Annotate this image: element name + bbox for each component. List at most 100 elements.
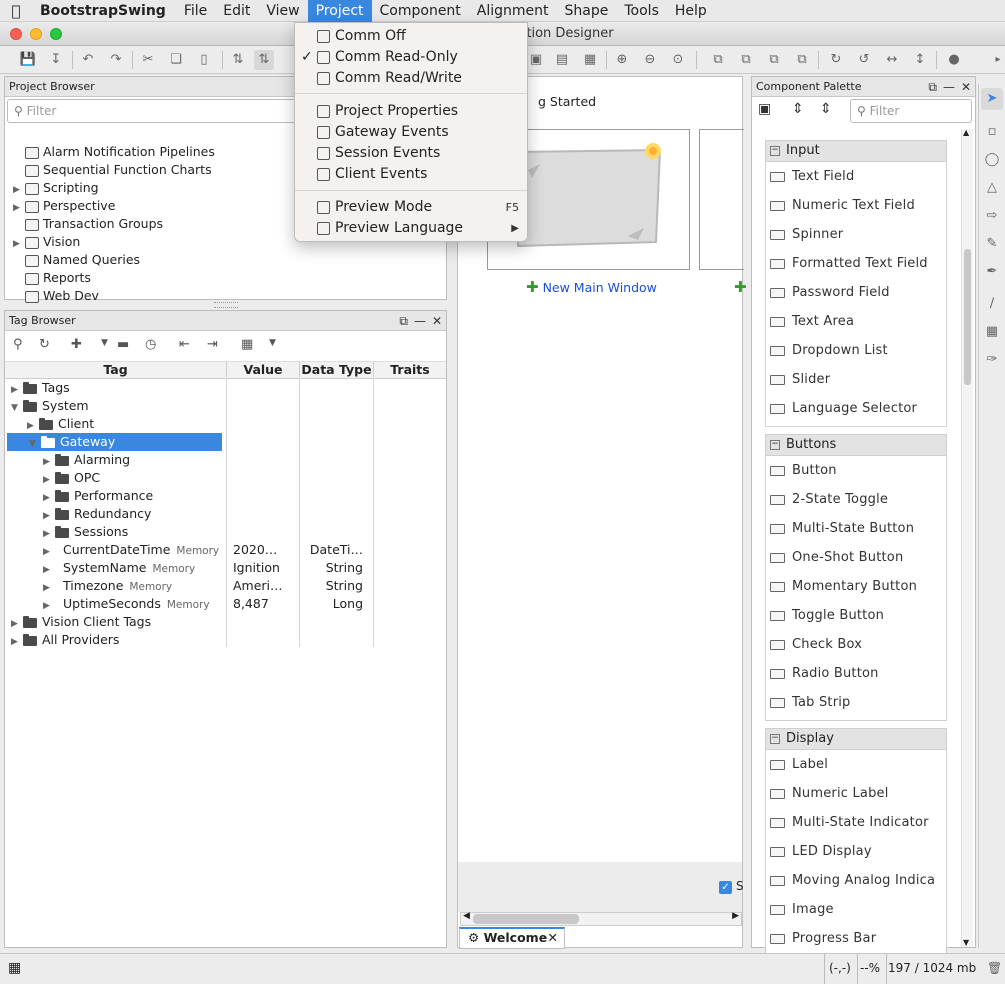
column-header-tag[interactable]: Tag <box>5 362 226 377</box>
project-browser-item[interactable]: Reports <box>13 269 91 287</box>
tag-row[interactable]: ▶ Client <box>5 415 445 433</box>
menu-file[interactable]: File <box>176 0 215 22</box>
apple-icon[interactable]:  <box>0 2 32 20</box>
column-header-value[interactable]: Value <box>226 362 299 377</box>
grid-icon[interactable]: ▦ <box>8 960 21 976</box>
tag-row[interactable]: ▼ System <box>5 397 445 415</box>
send-back-icon[interactable]: ⧉ <box>736 50 756 70</box>
menu-item-project-properties[interactable]: Project Properties <box>295 101 527 122</box>
search-icon[interactable]: ⚲ <box>13 337 23 352</box>
expand-all-icon[interactable]: ⇕ <box>792 101 804 117</box>
paste-icon[interactable]: ▯ <box>194 50 214 70</box>
app-menu[interactable]: BootstrapSwing <box>32 3 176 19</box>
tag-row[interactable]: ▶ Alarming <box>5 451 445 469</box>
rotate-cw-icon[interactable]: ↻ <box>826 50 846 70</box>
scrollbar-thumb[interactable] <box>473 914 579 924</box>
rectangle-tool-icon[interactable]: ▫ <box>981 121 1003 143</box>
palette-item[interactable]: Slider <box>770 370 830 390</box>
splitter-handle[interactable] <box>214 302 238 308</box>
palette-item[interactable]: One-Shot Button <box>770 548 903 568</box>
tag-row[interactable]: ▶ CurrentDateTime Memory <box>5 541 445 559</box>
menu-alignment[interactable]: Alignment <box>469 0 557 22</box>
export-out-icon[interactable]: ⇥ <box>207 337 218 352</box>
palette-item[interactable]: Button <box>770 461 837 481</box>
project-browser-item[interactable]: ▶ Scripting <box>13 179 99 197</box>
palette-filter-input[interactable]: ⚲ Filter <box>850 99 972 123</box>
popup-window-thumbnail[interactable] <box>699 129 744 270</box>
column-header-traits[interactable]: Traits <box>373 362 446 377</box>
tag-row[interactable]: ▶ All Providers <box>5 631 445 649</box>
horizontal-scrollbar[interactable]: ◀ ▶ <box>460 911 742 926</box>
bring-front-icon[interactable]: ⧉ <box>708 50 728 70</box>
new-main-window-link[interactable]: ✚ New Main Window <box>526 278 657 296</box>
menu-tools[interactable]: Tools <box>616 0 667 22</box>
gradient-tool-icon[interactable]: ▦ <box>981 321 1003 343</box>
tag-row[interactable]: ▶ Performance <box>5 487 445 505</box>
tag-row[interactable]: ▼ Gateway <box>7 433 222 451</box>
close-panel-icon[interactable]: ✕ <box>432 314 442 328</box>
palette-item[interactable]: Numeric Text Field <box>770 196 915 216</box>
project-browser-item[interactable]: Transaction Groups <box>13 215 163 233</box>
minimize-panel-icon[interactable]: — <box>414 314 426 328</box>
collapse-icon[interactable]: − <box>770 734 780 744</box>
pencil-tool-icon[interactable]: ✎ <box>981 233 1003 255</box>
menu-item-preview-mode[interactable]: Preview Mode F5 <box>295 197 527 218</box>
flip-horizontal-icon[interactable]: ↔ <box>882 50 902 70</box>
save-icon[interactable]: 💾 <box>18 50 38 70</box>
pen-tool-icon[interactable]: ✒ <box>981 261 1003 283</box>
scroll-up-icon[interactable]: ▲ <box>963 128 969 137</box>
palette-item[interactable]: Progress Bar <box>770 929 876 949</box>
flip-vertical-icon[interactable]: ↕ <box>910 50 930 70</box>
toolbar-overflow-icon[interactable]: ▸ <box>988 50 1005 70</box>
comm-off-toolbar-icon[interactable]: ⇅ <box>228 50 248 70</box>
palette-item[interactable]: Formatted Text Field <box>770 254 928 274</box>
crop-icon[interactable]: ▦ <box>580 50 600 70</box>
palette-item[interactable]: Moving Analog Indica <box>770 871 935 891</box>
eyedropper-tool-icon[interactable]: ✑ <box>981 349 1003 371</box>
close-tab-icon[interactable]: ✕ <box>548 929 558 947</box>
tag-row[interactable]: ▶ Vision Client Tags <box>5 613 445 631</box>
tag-row[interactable]: ▶ UptimeSeconds Memory <box>5 595 445 613</box>
tab-welcome[interactable]: ⚙ Welcome ✕ <box>459 927 565 949</box>
rotate-ccw-icon[interactable]: ↺ <box>854 50 874 70</box>
tag-row[interactable]: ▶ Tags <box>5 379 445 397</box>
scroll-right-icon[interactable]: ▶ <box>732 911 739 921</box>
project-browser-item[interactable]: Named Queries <box>13 251 140 269</box>
size-icon[interactable]: ▤ <box>552 50 572 70</box>
add-tag-icon[interactable]: ✚ <box>71 337 82 352</box>
palette-item[interactable]: Text Field <box>770 167 854 187</box>
polygon-tool-icon[interactable]: △ <box>981 177 1003 199</box>
history-icon[interactable]: ◷ <box>145 337 156 352</box>
columns-icon[interactable]: ▦ <box>241 337 253 352</box>
undo-icon[interactable]: ↶ <box>78 50 98 70</box>
palette-item[interactable]: Radio Button <box>770 664 879 684</box>
palette-item[interactable]: Multi-State Indicator <box>770 813 929 833</box>
palette-item[interactable]: Toggle Button <box>770 606 884 626</box>
minimize-panel-icon[interactable]: — <box>943 80 955 94</box>
redo-icon[interactable]: ↷ <box>106 50 126 70</box>
palette-item[interactable]: Text Area <box>770 312 854 332</box>
palette-category-display[interactable]: − Display <box>765 728 947 750</box>
menu-item-session-events[interactable]: Session Events <box>295 143 527 164</box>
menu-shape[interactable]: Shape <box>557 0 617 22</box>
palette-mode-icon[interactable]: ▣ <box>758 101 771 117</box>
export-in-icon[interactable]: ⇤ <box>179 337 190 352</box>
palette-item[interactable]: Dropdown List <box>770 341 888 361</box>
palette-item[interactable]: Check Box <box>770 635 862 655</box>
palette-category-input[interactable]: − Input <box>765 140 947 162</box>
palette-item[interactable]: Multi-State Button <box>770 519 914 539</box>
palette-category-buttons[interactable]: − Buttons <box>765 434 947 456</box>
ellipse-tool-icon[interactable]: ◯ <box>981 149 1003 171</box>
palette-item[interactable]: Momentary Button <box>770 577 917 597</box>
zoom-out-icon[interactable]: ⊖ <box>640 50 660 70</box>
palette-item[interactable]: Image <box>770 900 834 920</box>
tag-row[interactable]: ▶ Timezone Memory <box>5 577 445 595</box>
comm-read-only-toolbar-icon[interactable]: ⇅ <box>254 50 274 70</box>
menu-edit[interactable]: Edit <box>215 0 258 22</box>
copy-icon[interactable]: ❏ <box>166 50 186 70</box>
project-browser-item[interactable]: ▶ Perspective <box>13 197 115 215</box>
palette-item[interactable]: 2-State Toggle <box>770 490 888 510</box>
menu-item-comm-read-only[interactable]: ✓ Comm Read-Only <box>295 47 527 68</box>
cut-icon[interactable]: ✂ <box>138 50 158 70</box>
palette-item[interactable]: Password Field <box>770 283 890 303</box>
